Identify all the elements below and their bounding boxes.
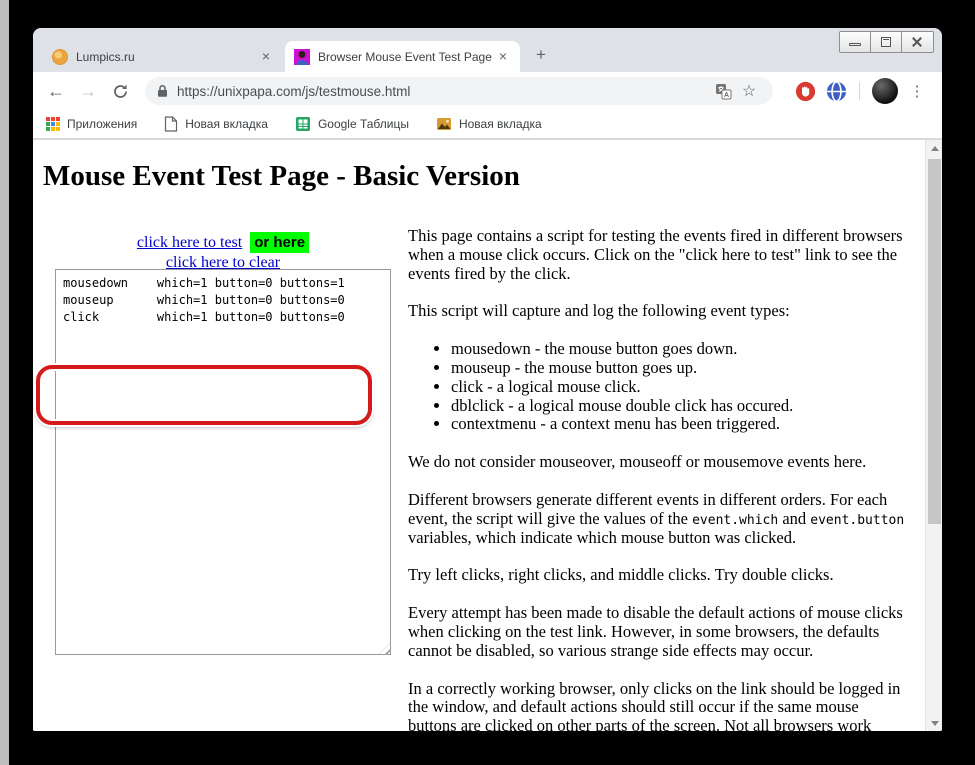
new-tab-button[interactable]: + <box>528 43 554 69</box>
address-bar[interactable]: https://unixpapa.com/js/testmouse.html ☆ <box>145 77 773 105</box>
event-log-textarea[interactable]: mousedown which=1 button=0 buttons=1 mou… <box>55 269 391 655</box>
paragraph: This script will capture and log the fol… <box>408 301 790 321</box>
test-links: click here to test or here click here to … <box>55 232 391 272</box>
refresh-button[interactable] <box>107 78 133 104</box>
image-icon <box>436 118 451 130</box>
paragraph-text: variables, which indicate which mouse bu… <box>408 527 797 547</box>
url-text[interactable]: https://unixpapa.com/js/testmouse.html <box>177 84 709 99</box>
paragraph: Try left clicks, right clicks, and middl… <box>408 565 834 585</box>
bookmark-new-tab-1[interactable]: Новая вкладка <box>164 116 268 132</box>
paragraph: Every attempt has been made to disable t… <box>408 603 903 660</box>
bookmarks-bar: Приложения Новая вкладка Google Таблицы … <box>33 110 942 139</box>
scrollbar-thumb[interactable] <box>928 159 941 524</box>
desktop-edge-strip <box>0 0 9 765</box>
profile-avatar[interactable] <box>872 78 898 104</box>
browser-window: Lumpics.ru × Browser Mouse Event Test Pa… <box>33 28 942 731</box>
tab-title: Lumpics.ru <box>76 49 135 64</box>
adblock-hand-icon[interactable] <box>795 81 816 102</box>
extensions-area: ⋮ <box>785 78 926 104</box>
maximize-icon <box>881 37 891 47</box>
list-item: mouseup - the mouse button goes up. <box>451 358 908 378</box>
inline-code: event.which <box>692 512 779 528</box>
list-item: mousedown - the mouse button goes down. <box>451 339 908 359</box>
apps-grid-icon <box>46 117 60 131</box>
bookmark-new-tab-2[interactable]: Новая вкладка <box>436 116 542 132</box>
bookmark-label: Новая вкладка <box>185 117 268 131</box>
lock-icon <box>158 84 167 97</box>
window-controls <box>839 31 934 53</box>
page-icon <box>165 116 178 132</box>
description-column: This page contains a script for testing … <box>408 226 908 731</box>
test-column: click here to test or here click here to … <box>36 232 391 655</box>
inline-code: event.button <box>810 512 905 528</box>
close-icon <box>910 36 924 48</box>
tab-strip: Lumpics.ru × Browser Mouse Event Test Pa… <box>33 28 942 72</box>
list-item: click - a logical mouse click. <box>451 377 908 397</box>
bookmark-google-sheets[interactable]: Google Таблицы <box>295 116 409 132</box>
bookmark-apps[interactable]: Приложения <box>46 117 137 131</box>
click-here-to-test-link[interactable]: click here to test <box>137 234 242 251</box>
triangle-down-icon <box>930 721 939 726</box>
minimize-icon <box>849 43 861 46</box>
web-page-content: Mouse Event Test Page - Basic Version cl… <box>33 139 942 731</box>
page-scrollbar[interactable] <box>925 140 942 731</box>
paragraph: Different browsers generate different ev… <box>408 490 908 547</box>
paragraph: This page contains a script for testing … <box>408 226 903 283</box>
globe-extension-icon[interactable] <box>826 80 847 102</box>
back-button[interactable]: ← <box>43 78 69 104</box>
bookmark-label: Приложения <box>67 117 138 131</box>
testpage-favicon-icon <box>294 48 310 65</box>
tab-lumpics[interactable]: Lumpics.ru × <box>43 41 283 72</box>
forward-button[interactable]: → <box>75 78 101 104</box>
close-button[interactable] <box>902 32 933 52</box>
event-types-list: mousedown - the mouse button goes down. … <box>408 339 908 434</box>
page-title: Mouse Event Test Page - Basic Version <box>43 160 520 192</box>
paragraph: We do not consider mouseover, mouseoff o… <box>408 452 867 472</box>
sheets-icon <box>295 117 310 131</box>
toolbar-separator <box>859 82 860 100</box>
tab-close-icon[interactable]: × <box>495 48 511 65</box>
translate-icon[interactable] <box>711 79 735 103</box>
bookmark-star-icon[interactable]: ☆ <box>737 79 761 103</box>
scroll-down-arrow[interactable] <box>926 715 942 731</box>
list-item: contextmenu - a context menu has been tr… <box>451 415 908 434</box>
lumpics-favicon-icon <box>52 48 68 65</box>
list-item: dblclick - a logical mouse double click … <box>451 396 908 416</box>
paragraph: In a correctly working browser, only cli… <box>408 678 901 731</box>
tab-close-icon[interactable]: × <box>258 48 274 65</box>
tab-mouse-event-test[interactable]: Browser Mouse Event Test Page × <box>285 41 520 72</box>
refresh-icon <box>113 84 127 98</box>
or-here-link[interactable]: or here <box>250 232 310 253</box>
page-body: Mouse Event Test Page - Basic Version cl… <box>33 140 925 731</box>
paragraph-text: and <box>778 508 811 528</box>
bookmark-label: Новая вкладка <box>458 117 542 131</box>
browser-toolbar: ← → https://unixpapa.com/js/testmouse.ht… <box>33 72 942 110</box>
maximize-button[interactable] <box>871 32 902 52</box>
tab-title: Browser Mouse Event Test Page <box>318 49 492 64</box>
minimize-button[interactable] <box>840 32 871 52</box>
triangle-up-icon <box>930 146 939 151</box>
browser-menu-icon[interactable]: ⋮ <box>908 84 926 99</box>
scroll-up-arrow[interactable] <box>926 140 942 157</box>
bookmark-label: Google Таблицы <box>317 117 409 131</box>
